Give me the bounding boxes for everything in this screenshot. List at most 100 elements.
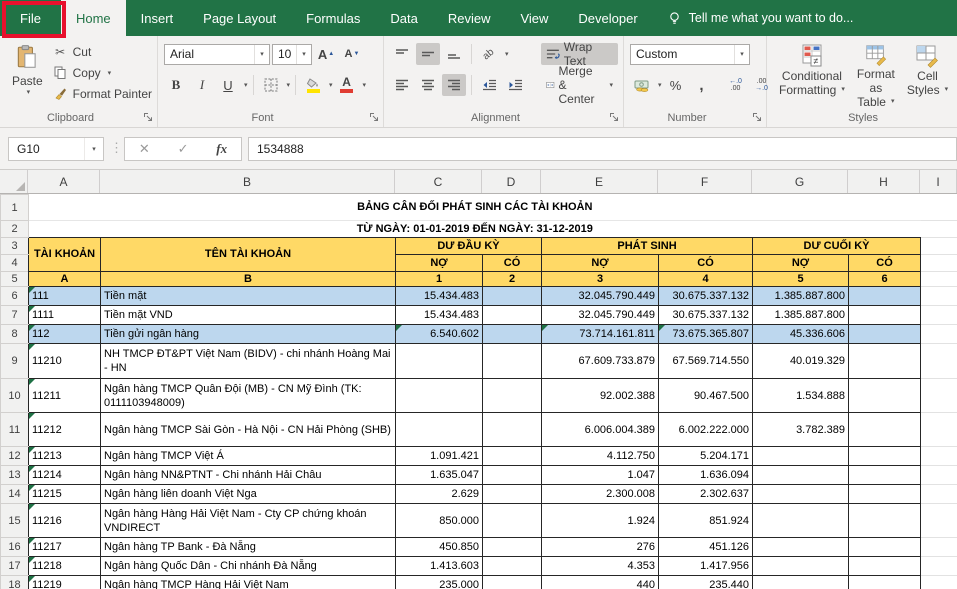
formula-bar-grip[interactable]: ⋮ [110, 140, 123, 156]
underline-dropdown-arrow[interactable]: ▾ [244, 81, 248, 89]
row-header-14[interactable]: 14 [1, 485, 29, 504]
cell-overflow[interactable] [921, 485, 957, 504]
row-header-6[interactable]: 6 [1, 287, 29, 306]
cell-G18[interactable] [753, 576, 849, 589]
copy-dropdown-arrow[interactable]: ▾ [108, 69, 112, 77]
cell-D18[interactable] [483, 576, 542, 589]
cell-H15[interactable] [849, 504, 921, 538]
tab-formulas[interactable]: Formulas [291, 0, 375, 36]
cell-H17[interactable] [849, 557, 921, 576]
cell-A8[interactable]: 112 [29, 325, 101, 344]
cell-F8[interactable]: 73.675.365.807 [659, 325, 753, 344]
cell-D7[interactable] [483, 306, 542, 325]
cell-C17[interactable]: 1.413.603 [396, 557, 483, 576]
cell-C11[interactable] [396, 413, 483, 447]
orientation-dropdown-arrow[interactable]: ▾ [505, 50, 509, 58]
cell-G13[interactable] [753, 466, 849, 485]
cell-B9[interactable]: NH TMCP ĐT&PT Việt Nam (BIDV) - chi nhán… [101, 344, 396, 379]
cell-styles-dropdown-arrow[interactable]: ▾ [945, 83, 949, 97]
column-header-F[interactable]: F [658, 170, 752, 193]
cell-overflow[interactable] [921, 195, 957, 221]
cell-C14[interactable]: 2.629 [396, 485, 483, 504]
cell-F6[interactable]: 30.675.337.132 [659, 287, 753, 306]
font-size-dropdown-arrow[interactable]: ▾ [296, 45, 311, 64]
cell-G9[interactable]: 40.019.329 [753, 344, 849, 379]
increase-font-size-button[interactable]: A ▲ [314, 43, 338, 65]
row-header-18[interactable]: 18 [1, 576, 29, 589]
select-all-corner[interactable] [0, 170, 28, 193]
cell-H7[interactable] [849, 306, 921, 325]
cell-E11[interactable]: 6.006.004.389 [542, 413, 659, 447]
borders-dropdown-arrow[interactable]: ▾ [287, 81, 291, 89]
font-color-dropdown-arrow[interactable]: ▾ [363, 81, 367, 89]
cell-A6[interactable]: 111 [29, 287, 101, 306]
cell-E15[interactable]: 1.924 [542, 504, 659, 538]
cancel-button[interactable]: ✕ [139, 141, 150, 157]
column-header-C[interactable]: C [395, 170, 482, 193]
header-debit[interactable]: NỢ [542, 255, 659, 272]
enter-button[interactable]: ✓ [178, 141, 189, 157]
column-header-H[interactable]: H [848, 170, 920, 193]
cell-B11[interactable]: Ngân hàng TMCP Sài Gòn - Hà Nội - CN Hải… [101, 413, 396, 447]
column-header-I[interactable]: I [920, 170, 957, 193]
merge-center-button[interactable]: Merge & Center ▾ [541, 74, 618, 96]
font-size-select[interactable]: 10 ▾ [272, 44, 312, 65]
tab-insert[interactable]: Insert [126, 0, 189, 36]
header-index-3[interactable]: 2 [483, 272, 542, 287]
tell-me[interactable]: Tell me what you want to do... [667, 0, 854, 36]
cell-E14[interactable]: 2.300.008 [542, 485, 659, 504]
cell-H8[interactable] [849, 325, 921, 344]
wrap-text-button[interactable]: Wrap Text [541, 43, 618, 65]
cell-D15[interactable] [483, 504, 542, 538]
cell-G8[interactable]: 45.336.606 [753, 325, 849, 344]
header-opening[interactable]: DƯ ĐẦU KỲ [396, 238, 542, 255]
cell-A11[interactable]: 11212 [29, 413, 101, 447]
cell-F17[interactable]: 1.417.956 [659, 557, 753, 576]
format-as-table-button[interactable]: Format as Table▾ [851, 41, 901, 109]
column-header-A[interactable]: A [28, 170, 100, 193]
cell-A18[interactable]: 11219 [29, 576, 101, 589]
cell-H13[interactable] [849, 466, 921, 485]
cell-D10[interactable] [483, 379, 542, 413]
cell-overflow[interactable] [921, 287, 957, 306]
tab-view[interactable]: View [505, 0, 563, 36]
accounting-format-button[interactable] [630, 74, 654, 96]
cell-E7[interactable]: 32.045.790.449 [542, 306, 659, 325]
cell-H10[interactable] [849, 379, 921, 413]
align-left-button[interactable] [390, 74, 414, 96]
header-credit[interactable]: CÓ [849, 255, 921, 272]
cell-C7[interactable]: 15.434.483 [396, 306, 483, 325]
increase-indent-button[interactable] [503, 74, 527, 96]
borders-button[interactable] [259, 74, 283, 96]
cell-G15[interactable] [753, 504, 849, 538]
cell-E17[interactable]: 4.353 [542, 557, 659, 576]
cell-overflow[interactable] [921, 221, 957, 238]
cell-D12[interactable] [483, 447, 542, 466]
align-center-button[interactable] [416, 74, 440, 96]
cell-F15[interactable]: 851.924 [659, 504, 753, 538]
tab-file[interactable]: File [0, 0, 61, 36]
cell-B15[interactable]: Ngân hàng Hàng Hải Việt Nam - Cty CP chứ… [101, 504, 396, 538]
cell-D9[interactable] [483, 344, 542, 379]
row-header-11[interactable]: 11 [1, 413, 29, 447]
cell-E6[interactable]: 32.045.790.449 [542, 287, 659, 306]
cell-overflow[interactable] [921, 557, 957, 576]
cell-C8[interactable]: 6.540.602 [396, 325, 483, 344]
cell-C15[interactable]: 850.000 [396, 504, 483, 538]
number-dialog-launcher[interactable] [752, 112, 763, 123]
cell-H9[interactable] [849, 344, 921, 379]
cell-A7[interactable]: 1111 [29, 306, 101, 325]
name-box-dropdown-arrow[interactable]: ▾ [84, 138, 103, 160]
header-index-4[interactable]: 3 [542, 272, 659, 287]
tab-home[interactable]: Home [61, 0, 126, 36]
increase-decimal-button[interactable]: ←.0 .00 [724, 74, 748, 96]
cell-B13[interactable]: Ngân hàng NN&PTNT - Chi nhánh Hải Châu [101, 466, 396, 485]
header-account-name[interactable]: TÊN TÀI KHOẢN [101, 238, 396, 272]
cell-D6[interactable] [483, 287, 542, 306]
cell-overflow[interactable] [921, 538, 957, 557]
align-bottom-button[interactable] [442, 43, 466, 65]
bold-button[interactable]: B [164, 74, 188, 96]
align-top-button[interactable] [390, 43, 414, 65]
cell-overflow[interactable] [921, 238, 957, 255]
header-debit[interactable]: NỢ [396, 255, 483, 272]
